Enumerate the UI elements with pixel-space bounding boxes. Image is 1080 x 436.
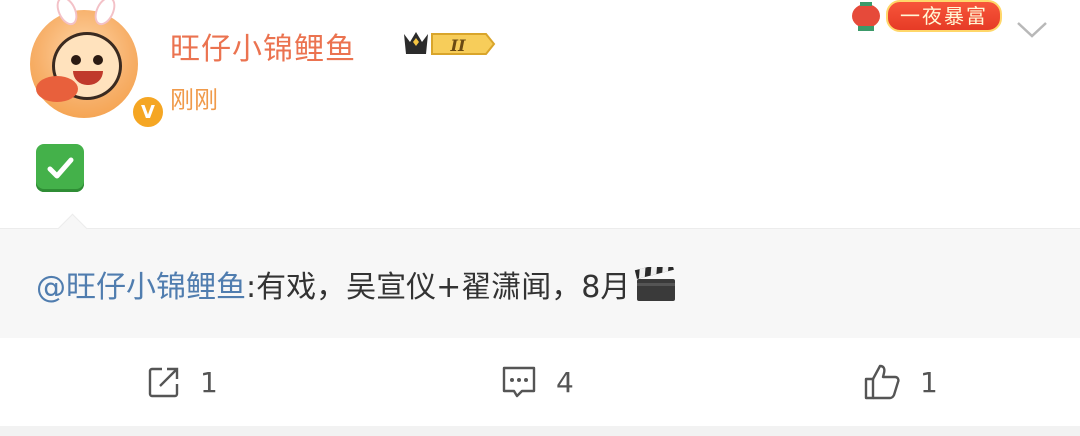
repost-body-text: :有戏，吴宣仪+翟潇闻，8月 bbox=[246, 270, 631, 305]
decoration-card: 一夜暴富 bbox=[840, 0, 1010, 36]
like-button[interactable]: 1 bbox=[862, 362, 938, 402]
like-count: 1 bbox=[920, 365, 938, 399]
thumbs-up-icon bbox=[864, 364, 900, 400]
bunny-ear-decoration bbox=[90, 0, 120, 29]
avatar[interactable]: V bbox=[30, 0, 166, 130]
repost-content: @旺仔小锦鲤鱼:有戏，吴宣仪+翟潇闻，8月 bbox=[36, 262, 678, 306]
action-bar: 1 4 1 bbox=[0, 338, 1080, 426]
clapper-board-icon bbox=[635, 267, 676, 301]
member-crown-badge-icon[interactable]: II bbox=[400, 28, 496, 60]
carp-fish-icon bbox=[36, 76, 78, 102]
comment-icon bbox=[502, 366, 536, 398]
comment-count: 4 bbox=[556, 365, 574, 399]
mention-link[interactable]: @旺仔小锦鲤鱼 bbox=[36, 270, 246, 305]
lantern-icon bbox=[852, 2, 880, 31]
check-mark-emoji-icon bbox=[36, 144, 84, 192]
divider bbox=[0, 426, 1080, 436]
weibo-post: V 旺仔小锦鲤鱼 II 刚刚 一夜暴富 @旺仔小锦鲤鱼:有戏，吴宣仪+翟潇闻，8… bbox=[0, 0, 1080, 436]
share-icon bbox=[148, 367, 179, 398]
decoration-banner: 一夜暴富 bbox=[886, 0, 1002, 32]
username[interactable]: 旺仔小锦鲤鱼 bbox=[170, 24, 356, 68]
share-count: 1 bbox=[200, 365, 218, 399]
share-button[interactable]: 1 bbox=[146, 362, 218, 402]
post-timestamp: 刚刚 bbox=[170, 86, 218, 114]
comment-button[interactable]: 4 bbox=[500, 362, 574, 402]
bunny-ear-decoration bbox=[52, 0, 82, 29]
svg-text:II: II bbox=[450, 36, 466, 55]
chevron-down-icon[interactable] bbox=[1016, 20, 1048, 40]
verified-badge-icon: V bbox=[130, 94, 166, 130]
